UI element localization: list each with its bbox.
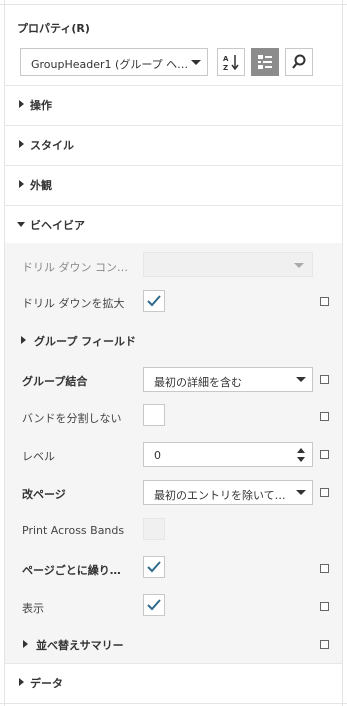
keep-together-checkbox[interactable] [143,404,165,426]
panel-border-right [342,0,343,706]
reset-toggle-repeat-every-page[interactable] [320,564,329,573]
expand-icon [23,640,28,648]
spin-down-icon[interactable] [297,457,305,462]
panel-title: プロパティ(R) [17,22,90,35]
categorized-view-button[interactable] [251,48,279,76]
section-appearance[interactable]: 外観 [5,165,342,206]
chevron-down-icon [296,490,306,495]
group-union-select[interactable]: 最初の詳細を含む [143,367,313,392]
object-selector-value: GroupHeader1 (グループ ヘ… [31,58,189,71]
expand-icon [19,180,24,188]
expand-icon [21,336,26,344]
reset-toggle-visible[interactable] [320,602,329,611]
group-union-value: 最初の詳細を含む [154,376,242,389]
page-break-value: 最初のエントリを除いて… [154,489,286,502]
drill-down-expanded-checkbox[interactable] [143,290,165,312]
categorized-view-icon [258,55,272,69]
visible-checkbox[interactable] [143,594,165,616]
reset-toggle-keep-together[interactable] [320,412,329,421]
reset-toggle-sort-summary[interactable] [320,640,329,649]
chevron-down-icon [191,60,201,65]
section-style[interactable]: スタイル [5,125,342,166]
keep-together-label: バンドを分割しない [22,412,122,425]
reset-toggle-level[interactable] [320,450,329,459]
reset-toggle-drill-down-expanded[interactable] [320,297,329,306]
expand-icon [19,140,24,148]
print-across-bands-checkbox [143,518,165,540]
search-icon [292,54,306,69]
object-selector[interactable]: GroupHeader1 (グループ ヘ… [20,48,208,76]
section-behavior[interactable]: ビヘイビア [5,205,342,246]
page-break-select[interactable]: 最初のエントリを除いて… [143,480,313,505]
repeat-every-page-label: ページごとに繰り… [22,564,121,577]
expand-icon [19,100,24,108]
section-actions[interactable]: 操作 [5,85,342,126]
drill-down-control-label: ドリル ダウン コン… [22,261,128,274]
search-button[interactable] [285,48,313,76]
chevron-down-icon [294,263,304,268]
page-break-label: 改ページ [22,488,66,501]
sort-az-icon: A Z [223,55,239,71]
expand-icon [19,678,24,686]
visible-label: 表示 [22,602,44,615]
checkmark-icon [147,295,161,307]
section-data-label: データ [30,677,63,690]
drill-down-control-select [143,252,313,277]
level-spinner[interactable]: 0 [143,442,313,467]
collapse-icon [17,222,25,227]
print-across-bands-label: Print Across Bands [22,524,125,537]
panel-border-top [0,4,347,5]
section-actions-label: 操作 [30,99,52,112]
level-value: 0 [154,449,161,462]
spin-up-icon[interactable] [297,448,305,453]
drill-down-expanded-label: ドリル ダウンを拡大 [22,297,125,310]
checkmark-icon [147,599,161,611]
sort-alphabetical-button[interactable]: A Z [217,48,245,76]
sort-summary-label[interactable]: 並べ替えサマリー [36,637,124,653]
section-style-label: スタイル [30,139,74,152]
repeat-every-page-checkbox[interactable] [143,556,165,578]
section-behavior-label: ビヘイビア [30,219,85,232]
level-label: レベル [22,450,55,463]
reset-toggle-page-break[interactable] [320,488,329,497]
checkmark-icon [147,561,161,573]
group-fields-label[interactable]: グループ フィールド [34,333,136,349]
group-union-label: グループ結合 [22,375,88,388]
section-appearance-label: 外観 [30,179,52,192]
svg-text:A: A [223,55,229,63]
section-data[interactable]: データ [5,663,342,704]
chevron-down-icon [296,377,306,382]
properties-panel: プロパティ(R) GroupHeader1 (グループ ヘ… A Z 操作 スタ… [0,0,347,706]
svg-text:Z: Z [223,64,228,71]
reset-toggle-group-union[interactable] [320,375,329,384]
